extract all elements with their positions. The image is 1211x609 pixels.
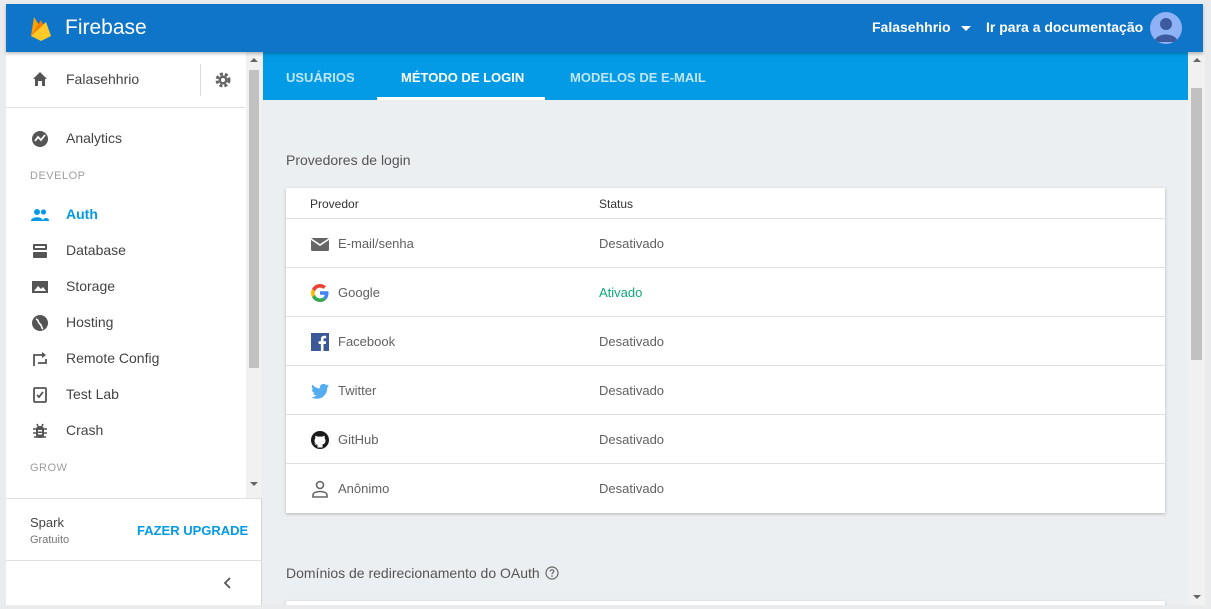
person-icon xyxy=(312,480,328,498)
plan-tier: Gratuito xyxy=(30,534,70,546)
table-row[interactable]: Anônimo Desativado xyxy=(286,464,1165,513)
test-lab-icon xyxy=(33,387,47,403)
provider-name: Facebook xyxy=(338,334,396,349)
twitter-icon xyxy=(311,383,329,399)
docs-link[interactable]: Ir para a documentação xyxy=(986,19,1143,35)
chevron-left-icon[interactable] xyxy=(222,577,234,589)
google-icon xyxy=(311,284,329,302)
image-icon xyxy=(32,281,48,293)
sidebar-item-label: Auth xyxy=(66,206,98,222)
caret-down-icon xyxy=(960,25,971,31)
provider-name: E-mail/senha xyxy=(338,236,414,251)
provider-status: Desativado xyxy=(599,334,665,349)
user-avatar-icon xyxy=(1154,18,1178,42)
sidebar-item-test-lab[interactable]: Test Lab xyxy=(6,376,245,412)
home-icon[interactable] xyxy=(32,71,48,87)
tab-users[interactable]: USUÁRIOS xyxy=(286,70,355,85)
section-label-develop: DEVELOP xyxy=(30,170,86,182)
sidebar-item-remote-config[interactable]: Remote Config xyxy=(6,340,245,376)
remote-config-icon xyxy=(33,352,47,366)
provider-status: Desativado xyxy=(599,236,665,251)
sidebar-item-hosting[interactable]: Hosting xyxy=(6,304,245,340)
table-row[interactable]: GitHub Desativado xyxy=(286,415,1165,464)
oauth-domains-card xyxy=(286,601,1165,605)
sidebar-scroll-thumb[interactable] xyxy=(249,70,259,368)
analytics-icon xyxy=(32,131,48,147)
upgrade-button[interactable]: FAZER UPGRADE xyxy=(137,523,248,538)
divider xyxy=(200,64,201,96)
provider-name: Anônimo xyxy=(338,481,390,496)
sidebar-scrollbar[interactable] xyxy=(246,52,262,498)
providers-table: Provedor Status E-mail/senha Desativado xyxy=(286,188,1165,513)
table-header: Provedor Status xyxy=(286,188,1165,219)
main-content: USUÁRIOS MÉTODO DE LOGIN MODELOS DE E-MA… xyxy=(263,52,1188,605)
column-header-provider: Provedor xyxy=(310,197,359,211)
tab-indicator xyxy=(377,97,545,100)
provider-status: Desativado xyxy=(599,481,665,496)
sidebar-item-label: Crash xyxy=(66,422,104,438)
tab-login-method[interactable]: MÉTODO DE LOGIN xyxy=(401,70,524,85)
sidebar-item-auth[interactable]: Auth xyxy=(6,196,245,232)
provider-name: GitHub xyxy=(338,432,379,447)
provider-name: Twitter xyxy=(338,383,377,398)
oauth-section-title: Domínios de redirecionamento do OAuth xyxy=(286,565,559,581)
sidebar-item-database[interactable]: Database xyxy=(6,232,245,268)
facebook-icon xyxy=(311,333,329,351)
scroll-down-icon[interactable] xyxy=(1193,595,1201,599)
table-row[interactable]: Google Ativado xyxy=(286,268,1165,317)
providers-section-title: Provedores de login xyxy=(286,152,411,168)
tab-bar: USUÁRIOS MÉTODO DE LOGIN MODELOS DE E-MA… xyxy=(263,52,1188,100)
bug-icon xyxy=(33,423,47,438)
scroll-up-icon[interactable] xyxy=(1193,58,1201,62)
sidebar-project-header: Falasehhrio xyxy=(6,52,245,108)
provider-name: Google xyxy=(338,285,380,300)
project-selector-label: Falasehhrio xyxy=(872,19,951,35)
sidebar-item-label: Analytics xyxy=(66,130,123,146)
column-header-status: Status xyxy=(599,197,634,211)
provider-status: Desativado xyxy=(599,383,665,398)
help-icon[interactable] xyxy=(545,566,559,580)
main-scrollbar[interactable] xyxy=(1188,52,1205,605)
mail-icon xyxy=(310,238,330,251)
brand-name: Firebase xyxy=(65,16,147,39)
globe-icon xyxy=(32,315,48,331)
section-label-grow: GROW xyxy=(30,462,68,474)
oauth-section-title-text: Domínios de redirecionamento do OAuth xyxy=(286,565,540,581)
database-icon xyxy=(33,244,47,258)
top-app-bar: Firebase Falasehhrio Ir para a documenta… xyxy=(6,4,1203,52)
sidebar-nav: Analytics DEVELOP Auth Database Storage … xyxy=(6,108,245,498)
table-row[interactable]: E-mail/senha Desativado xyxy=(286,219,1165,268)
github-icon xyxy=(311,431,329,449)
provider-status: Ativado xyxy=(599,285,643,300)
sidebar-item-storage[interactable]: Storage xyxy=(6,268,245,304)
scroll-down-icon[interactable] xyxy=(250,482,258,486)
sidebar-item-label: Hosting xyxy=(66,314,114,330)
avatar[interactable] xyxy=(1150,12,1182,44)
table-row[interactable]: Facebook Desativado xyxy=(286,317,1165,366)
sidebar-item-label: Database xyxy=(66,242,126,258)
sidebar-item-crash[interactable]: Crash xyxy=(6,412,245,448)
sidebar: Falasehhrio Analytics DEVELOP Auth Datab… xyxy=(6,52,262,605)
main-scroll-thumb[interactable] xyxy=(1191,88,1202,360)
sidebar-item-analytics[interactable]: Analytics xyxy=(6,120,245,156)
sidebar-item-label: Test Lab xyxy=(66,386,119,402)
people-icon xyxy=(31,209,49,221)
browser-frame: Firebase Falasehhrio Ir para a documenta… xyxy=(0,0,1211,609)
project-selector[interactable]: Falasehhrio xyxy=(872,19,971,35)
tab-email-templates[interactable]: MODELOS DE E-MAIL xyxy=(570,70,706,85)
plan-name: Spark xyxy=(30,515,64,530)
gear-icon[interactable] xyxy=(214,71,232,89)
sidebar-item-label: Storage xyxy=(66,278,116,294)
provider-status: Desativado xyxy=(599,432,665,447)
scroll-up-icon[interactable] xyxy=(250,58,258,62)
plan-box: Spark Gratuito FAZER UPGRADE xyxy=(6,498,262,560)
sidebar-project-name[interactable]: Falasehhrio xyxy=(66,71,139,87)
table-row[interactable]: Twitter Desativado xyxy=(286,366,1165,415)
sidebar-item-label: Remote Config xyxy=(66,350,160,366)
collapse-bar xyxy=(6,560,262,605)
firebase-logo-icon xyxy=(31,17,51,41)
sidebar-item-partial[interactable] xyxy=(6,486,245,498)
